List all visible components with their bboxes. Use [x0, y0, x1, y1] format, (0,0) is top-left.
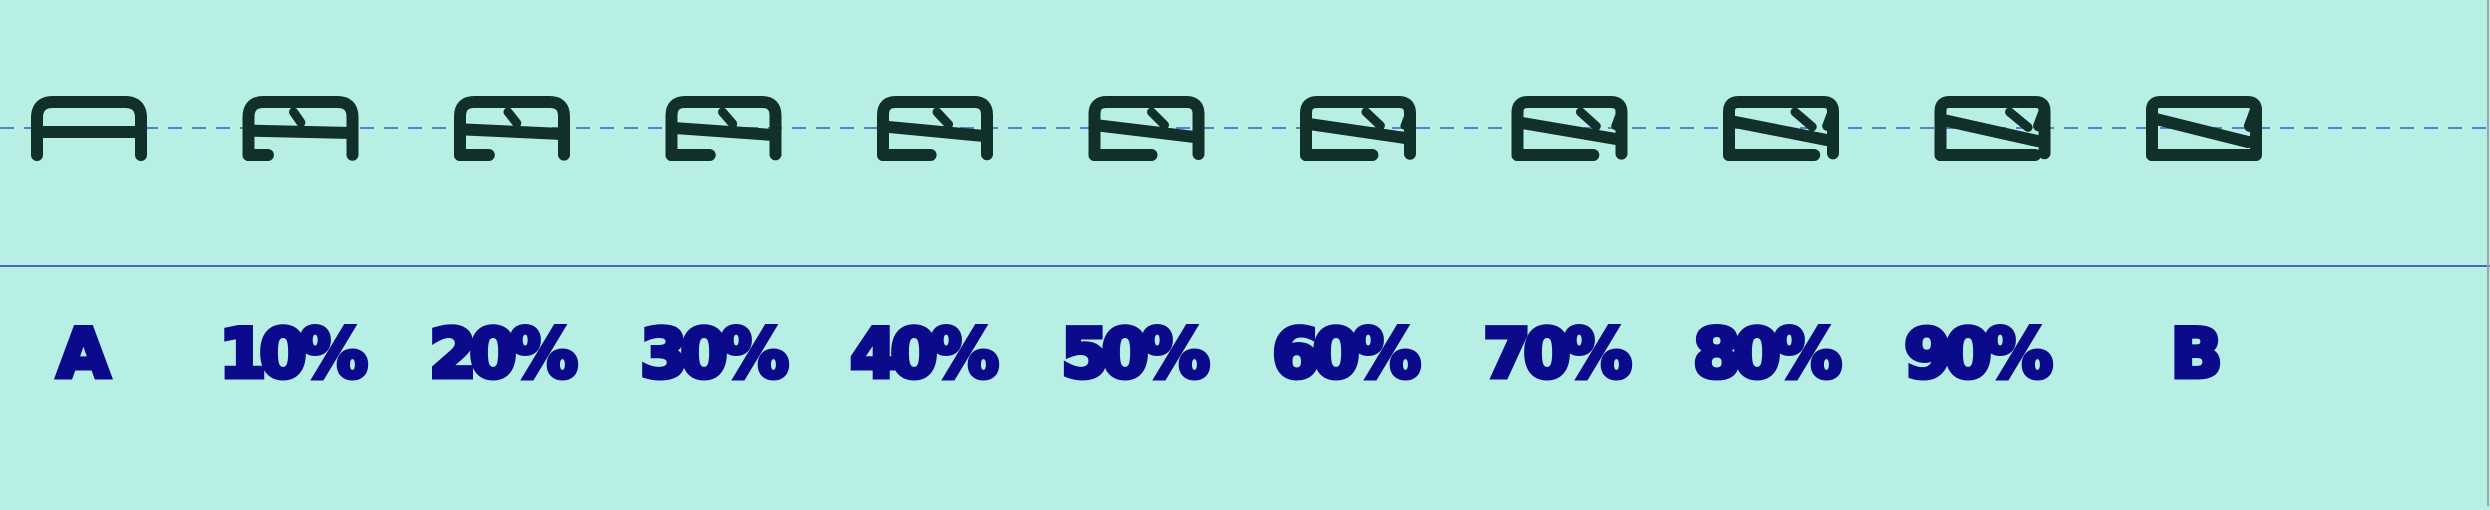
- step-label-20: 20%: [427, 313, 581, 397]
- interpolated-glyph-3: [665, 96, 782, 161]
- interpolated-glyph-2: [454, 96, 570, 161]
- step-label-40: 40%: [848, 313, 1002, 397]
- step-label-80: 80%: [1691, 313, 1845, 397]
- interpolated-glyph-1: [242, 96, 359, 161]
- interpolated-glyph-8: [1723, 96, 1839, 161]
- step-label-90: 90%: [1902, 313, 2056, 397]
- step-label-50: 50%: [1059, 313, 1213, 397]
- step-label-70: 70%: [1481, 313, 1635, 397]
- interpolation-strip: A 10% 20% 30% 40% 50% 60% 70% 80% 90% B: [0, 0, 2490, 506]
- interpolated-glyph-0: [31, 96, 147, 161]
- interpolated-glyph-9: [1934, 96, 2051, 161]
- step-label-30: 30%: [638, 313, 792, 397]
- step-label-60: 60%: [1270, 313, 1424, 397]
- step-label-10: 10%: [217, 313, 371, 397]
- glyph-canvas: [0, 0, 2490, 506]
- interpolated-glyph-7: [1511, 96, 1628, 161]
- step-label-a: A: [55, 313, 113, 397]
- step-label-b: B: [2168, 313, 2225, 397]
